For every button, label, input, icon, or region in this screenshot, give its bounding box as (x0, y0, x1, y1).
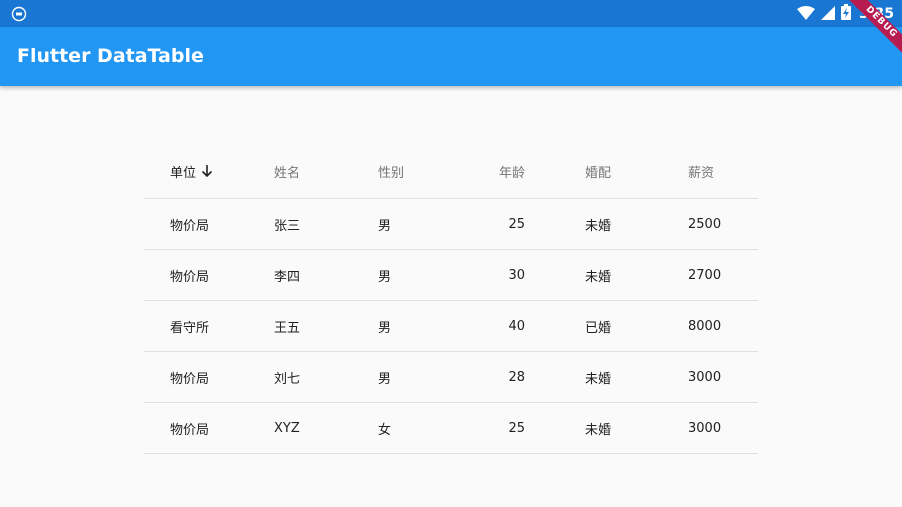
column-header-label: 单位 (170, 165, 197, 181)
cell-marital: 未婚 (585, 218, 612, 234)
wifi-icon (797, 5, 816, 24)
table-row[interactable]: 物价局 李四 男 30 未婚 2700 (144, 250, 758, 301)
cell-marital: 未婚 (585, 371, 612, 387)
cell-gender: 女 (378, 422, 392, 438)
cell-unit: 物价局 (170, 371, 210, 387)
cell-marital: 未婚 (585, 422, 612, 438)
cell-salary: 2700 (688, 267, 722, 283)
cell-gender: 男 (378, 269, 392, 285)
cell-name: 李四 (274, 269, 301, 285)
cell-salary: 3000 (688, 369, 722, 385)
cell-marital: 已婚 (585, 320, 612, 336)
cell-salary: 3000 (688, 420, 722, 436)
table-row[interactable]: 物价局 刘七 男 28 未婚 3000 (144, 352, 758, 403)
status-time: 3:35 (859, 6, 894, 22)
column-header-label: 姓名 (274, 165, 301, 181)
column-header-label: 薪资 (688, 165, 715, 181)
status-bar: 3:35 (0, 0, 902, 27)
cell-age: 25 (508, 216, 525, 232)
app-bar: Flutter DataTable (0, 27, 902, 86)
data-table: 单位 姓名 性别 年龄 婚配 薪资 物价局 张三 男 25 未婚 2500 物价… (144, 144, 758, 454)
cell-age: 25 (508, 420, 525, 436)
app-title: Flutter DataTable (17, 45, 204, 67)
cellular-signal-icon (821, 5, 836, 24)
column-header-label: 性别 (378, 165, 405, 181)
cell-gender: 男 (378, 320, 392, 336)
cell-gender: 男 (378, 371, 392, 387)
table-header-row: 单位 姓名 性别 年龄 婚配 薪资 (144, 144, 758, 199)
cell-marital: 未婚 (585, 269, 612, 285)
table-row[interactable]: 物价局 张三 男 25 未婚 2500 (144, 199, 758, 250)
column-header-unit[interactable]: 单位 (170, 144, 213, 198)
cell-age: 40 (508, 318, 525, 334)
cell-unit: 物价局 (170, 269, 210, 285)
column-header-salary[interactable]: 薪资 (688, 144, 714, 198)
cell-unit: 物价局 (170, 422, 210, 438)
cell-name: XYZ (274, 420, 300, 436)
battery-charging-icon (841, 4, 852, 24)
cell-name: 张三 (274, 218, 301, 234)
cell-gender: 男 (378, 218, 392, 234)
arrow-down-icon (201, 164, 213, 178)
column-header-marital[interactable]: 婚配 (585, 144, 611, 198)
column-header-label: 年龄 (498, 165, 525, 181)
cell-salary: 8000 (688, 318, 722, 334)
table-row[interactable]: 物价局 XYZ 女 25 未婚 3000 (144, 403, 758, 454)
table-row[interactable]: 看守所 王五 男 40 已婚 8000 (144, 301, 758, 352)
column-header-gender[interactable]: 性别 (378, 144, 404, 198)
cell-age: 28 (508, 369, 525, 385)
cell-age: 30 (508, 267, 525, 283)
column-header-label: 婚配 (585, 165, 612, 181)
column-header-name[interactable]: 姓名 (274, 144, 300, 198)
cell-unit: 看守所 (170, 320, 210, 336)
column-header-age[interactable]: 年龄 (484, 144, 525, 198)
status-icons: 3:35 (797, 4, 894, 24)
cell-name: 刘七 (274, 371, 301, 387)
cell-name: 王五 (274, 320, 301, 336)
flutter-notification-icon (11, 6, 27, 22)
cell-salary: 2500 (688, 216, 722, 232)
cell-unit: 物价局 (170, 218, 210, 234)
